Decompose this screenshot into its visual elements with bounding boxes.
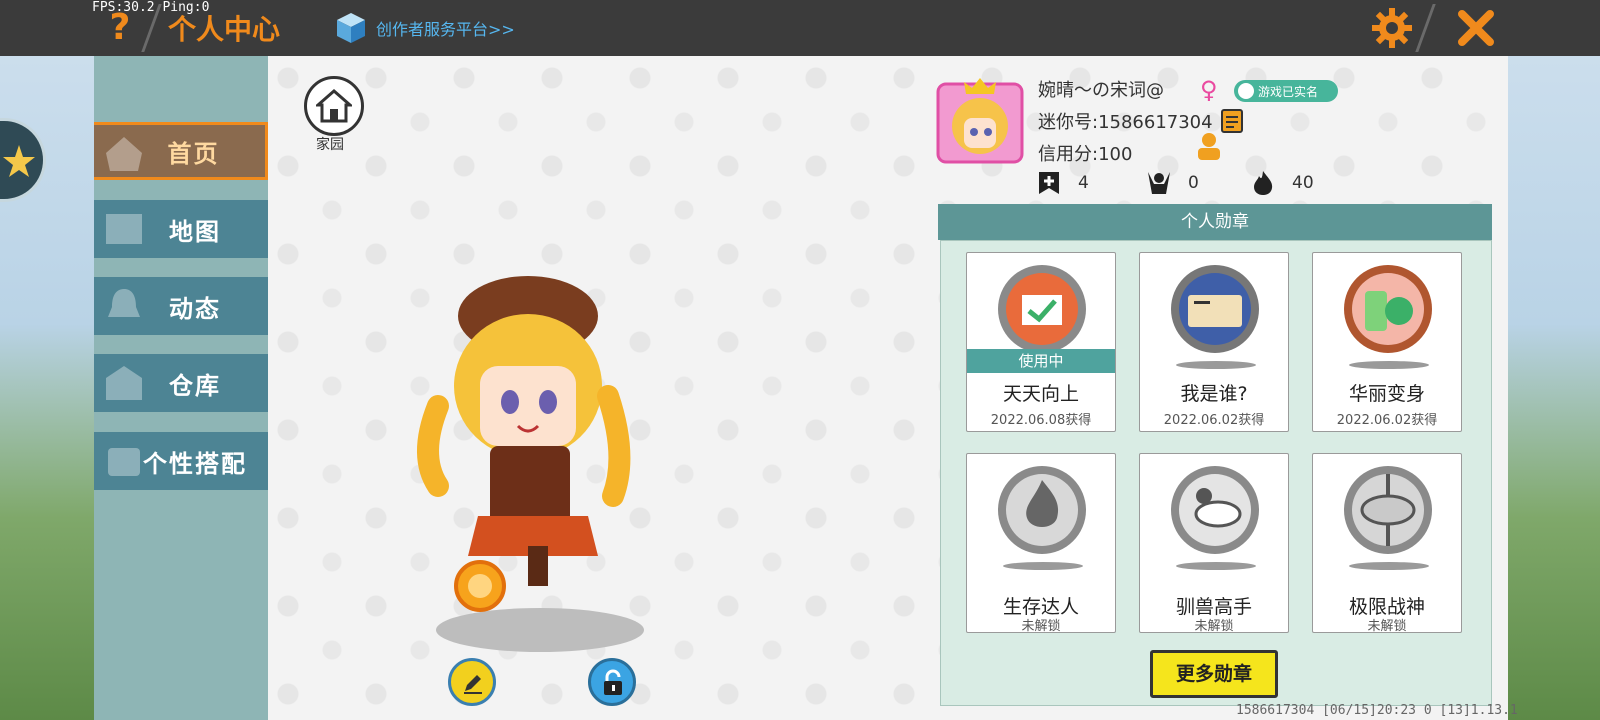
unlock-icon	[604, 669, 622, 695]
sidebar-item-home[interactable]: 首页	[94, 122, 268, 180]
profile-stats: 4 0 40	[1036, 170, 1326, 200]
medal-card[interactable]: 我是谁? 2022.06.02获得	[1139, 252, 1289, 432]
sidebar-item-outfit[interactable]: 个性搭配	[94, 432, 268, 490]
medal-status: 未解锁	[1367, 619, 1407, 634]
fans-icon	[1148, 172, 1170, 194]
medal-shadow	[1003, 562, 1083, 570]
medal-shadow	[1176, 562, 1256, 570]
close-icon[interactable]	[1454, 6, 1498, 50]
medals-title: 个人勋章	[938, 204, 1492, 240]
copy-icon[interactable]	[1220, 108, 1244, 134]
female-icon: ♀	[1200, 76, 1218, 104]
mirror-medal-icon	[1344, 265, 1432, 353]
pencil-icon	[464, 675, 482, 694]
sidebar-item-label: 地图	[169, 217, 221, 246]
medal-card[interactable]: 生存达人 未解锁	[966, 453, 1116, 634]
page-title: 个人中心	[168, 13, 281, 46]
sidebar-item-label: 个性搭配	[143, 449, 247, 478]
fire-medal-icon	[998, 466, 1086, 554]
stat-popularity: 40	[1250, 170, 1314, 196]
divider	[1415, 4, 1436, 52]
house-icon	[316, 89, 352, 123]
stat-value: 4	[1078, 173, 1089, 193]
help-button[interactable]: ?	[100, 8, 140, 48]
home-label: 家园	[316, 137, 344, 153]
house-icon	[106, 137, 142, 171]
horse-medal-icon	[1171, 466, 1259, 554]
stat-value: 0	[1188, 173, 1199, 193]
sidebar-item-label: 首页	[167, 139, 220, 168]
medal-card[interactable]: 极限战神 未解锁	[1312, 453, 1462, 634]
in-use-badge: 使用中	[967, 349, 1115, 373]
cube-icon	[337, 13, 365, 43]
medal-card[interactable]: 使用中 天天向上 2022.06.08获得	[966, 252, 1116, 432]
medal-status: 未解锁	[1021, 619, 1061, 634]
sidebar-item-label: 动态	[169, 294, 221, 323]
credit-icon[interactable]	[1196, 132, 1222, 162]
id-card-medal-icon	[1171, 265, 1259, 353]
edit-button[interactable]	[448, 658, 496, 706]
medal-shadow	[1176, 361, 1256, 369]
medal-date: 2022.06.02获得	[1336, 413, 1438, 428]
medal-name: 我是谁?	[1180, 383, 1248, 405]
realname-label: 游戏已实名	[1258, 84, 1319, 99]
creator-platform-label: 创作者服务平台>>	[376, 20, 515, 39]
person-icon	[1238, 83, 1254, 99]
more-medals-button[interactable]: 更多勋章	[1150, 650, 1278, 698]
star-icon	[3, 145, 35, 177]
sidebar-item-feed[interactable]: 动态	[94, 277, 268, 335]
unlock-button[interactable]	[588, 658, 636, 706]
mini-id: 迷你号:1586617304	[1038, 112, 1213, 133]
character-avatar[interactable]	[398, 256, 658, 626]
gear-icon[interactable]	[1370, 6, 1414, 50]
boss-medal-icon	[1344, 466, 1432, 554]
flame-icon	[1254, 171, 1273, 195]
bookmark-plus-icon	[1039, 172, 1059, 194]
top-bar: FPS:30.2 Ping:0 ? 个人中心 创作者服务平台>>	[0, 0, 1600, 56]
sidebar-item-map[interactable]: 地图	[94, 200, 268, 258]
calendar-medal-icon	[998, 265, 1086, 353]
bell-icon	[108, 289, 140, 317]
medal-name: 天天向上	[1002, 383, 1079, 405]
warehouse-icon	[106, 366, 142, 400]
avatar[interactable]	[936, 78, 1024, 164]
footer-info: 1586617304 [06/15]20:23 0 [13]1.13.1	[1236, 703, 1518, 718]
stat-saves: 4	[1036, 170, 1089, 196]
home-button[interactable]	[304, 76, 364, 136]
stat-value: 40	[1292, 173, 1314, 193]
medal-date: 2022.06.08获得	[990, 413, 1092, 428]
medal-date: 2022.06.02获得	[1163, 413, 1265, 428]
map-icon	[106, 214, 142, 244]
sidebar-item-warehouse[interactable]: 仓库	[94, 354, 268, 412]
sidebar-item-label: 仓库	[169, 371, 221, 400]
credit-score: 信用分:100	[1038, 144, 1133, 165]
outfit-icon	[108, 448, 140, 476]
creator-platform-link[interactable]: 创作者服务平台>>	[336, 10, 515, 46]
medal-card[interactable]: 驯兽高手 未解锁	[1139, 453, 1289, 634]
medal-card[interactable]: 华丽变身 2022.06.02获得	[1312, 252, 1462, 432]
medal-shadow	[1349, 562, 1429, 570]
medal-shadow	[1349, 361, 1429, 369]
stat-fans: 0	[1146, 170, 1199, 196]
nickname: 婉晴～の宋词@	[1038, 80, 1164, 101]
medal-name: 华丽变身	[1348, 383, 1425, 405]
medal-status: 未解锁	[1194, 619, 1234, 634]
side-star-button[interactable]	[0, 118, 46, 202]
realname-badge: 游戏已实名	[1234, 80, 1338, 102]
